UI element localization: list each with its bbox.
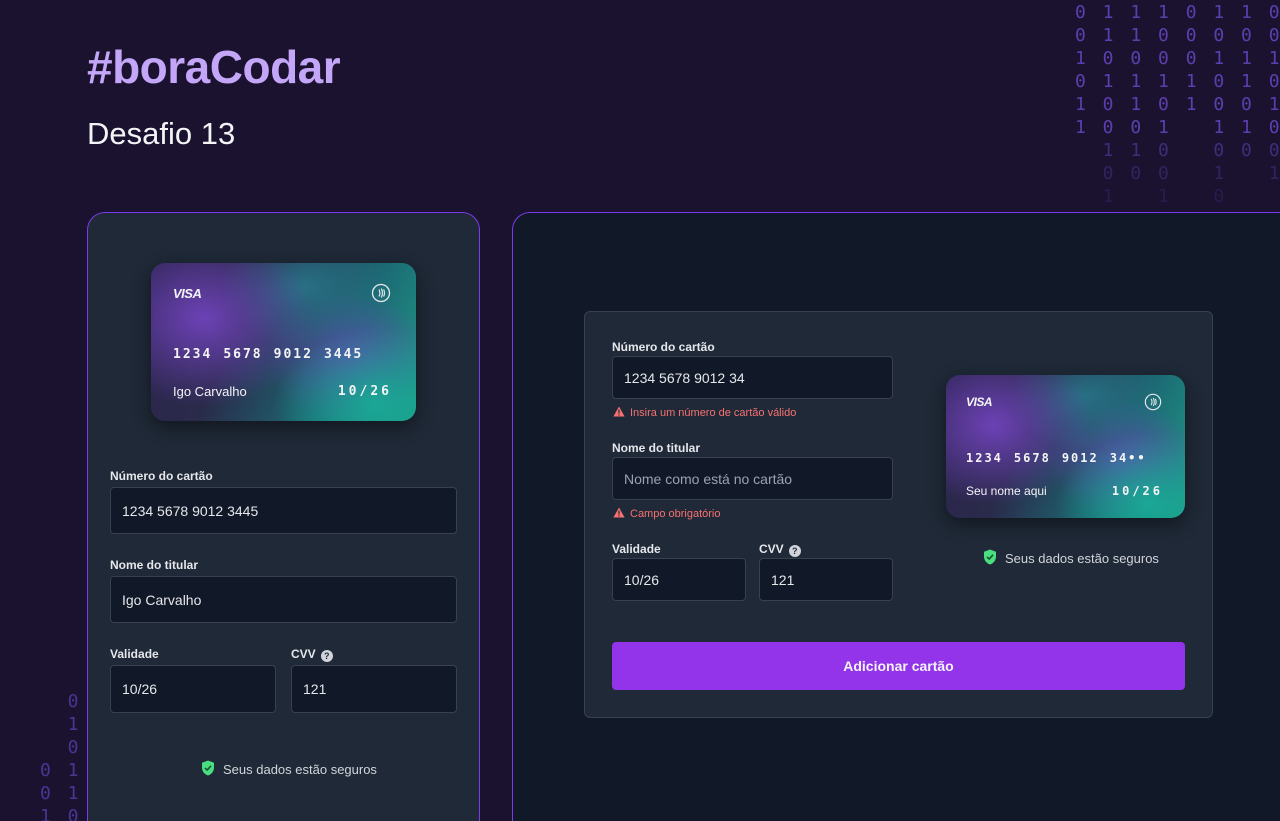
card-expiry: 10/26 [1111,484,1163,498]
card-number: 1234 5678 9012 3445 [173,347,374,362]
secure-notice: Seus dados estão seguros [201,760,377,779]
cvv-label: CVV [291,647,316,661]
binary-line: 1 0 0 1 1 1 0 [1075,117,1280,138]
card-number: 1234 5678 9012 34•• [966,451,1158,465]
binary-decoration-top: 0 1 1 1 0 1 1 0 00 1 1 0 0 0 0 0 01 0 0 … [1075,1,1280,208]
visa-logo: VISA [966,395,993,409]
cvv-input[interactable]: 121 [759,558,893,601]
card-number-label: Número do cartão [110,469,213,483]
expiry-input[interactable]: 10/26 [110,665,276,713]
help-icon[interactable]: ? [788,545,801,557]
card-number-group: 5678 [1013,451,1051,465]
card-number-group: 3445 [323,347,364,362]
cvv-label-group: CVV? [759,542,801,557]
card-number-error: Insira um número de cartão válido [613,406,796,420]
page-title: #boraCodar [87,41,341,93]
shield-check-icon [201,760,215,779]
expiry-input[interactable]: 10/26 [612,558,746,601]
warning-icon [613,406,625,420]
card-number-input[interactable]: 1234 5678 9012 3445 [110,487,457,534]
holder-name-label: Nome do titular [110,558,199,572]
binary-line: 0 1 1 1 1 0 1 0 [1075,71,1280,92]
card-expiry: 10/26 [337,384,392,399]
binary-line: 0 1 1 0 0 0 0 0 0 [1075,25,1280,46]
visa-logo: VISA [173,286,202,301]
card-number-group: 34•• [1109,451,1147,465]
add-card-button[interactable]: Adicionar cartão [612,642,1185,690]
secure-text: Seus dados estão seguros [1005,551,1159,566]
page-subtitle: Desafio 13 [87,116,236,151]
secure-notice: Seus dados estão seguros [983,549,1159,568]
binary-line: 1 1 0 0 0 0 [1075,140,1280,161]
card-number-input[interactable]: 1234 5678 9012 34 [612,356,893,399]
secure-text: Seus dados estão seguros [223,762,377,777]
credit-card-preview: VISA 1234 5678 9012 34•• Seu nome aqui 10/2… [946,375,1185,518]
holder-name-error: Campo obrigatório [613,507,721,521]
binary-line: 1 1 0 [1075,186,1228,207]
credit-card-preview: VISA 1234 5678 9012 3445 Igo Carvalho 10/26 [151,263,416,421]
warning-icon [613,507,625,521]
help-icon[interactable]: ? [320,650,333,662]
shield-check-icon [983,549,997,568]
binary-line: 1 0 1 0 1 0 0 1 [1075,94,1280,115]
contactless-icon [371,283,391,308]
card-number-group: 1234 [173,347,213,362]
card-holder: Seu nome aqui [966,484,1047,498]
contactless-icon [1144,393,1162,416]
cvv-label-group: CVV? [291,647,333,662]
card-number-group: 9012 [273,347,313,362]
binary-line: 0 1 1 1 0 1 1 0 0 [1075,2,1280,23]
holder-name-input[interactable]: Nome como está no cartão [612,457,893,500]
expiry-label: Validade [110,647,159,661]
cvv-label: CVV [759,542,784,556]
error-text: Insira um número de cartão válido [630,407,797,419]
card-number-label: Número do cartão [612,340,715,354]
holder-name-label: Nome do titular [612,441,701,455]
card-holder: Igo Carvalho [173,384,247,399]
expiry-label: Validade [612,542,661,556]
card-number-group: 1234 [966,451,1003,465]
card-number-group: 9012 [1061,451,1099,465]
cvv-input[interactable]: 121 [291,665,457,713]
binary-line: 0 0 0 1 1 [1075,163,1280,184]
binary-line: 1 0 0 0 0 1 1 1 [1075,48,1280,69]
error-text: Campo obrigatório [630,508,721,520]
card-number-group: 5678 [223,347,263,362]
holder-name-input[interactable]: Igo Carvalho [110,576,457,623]
